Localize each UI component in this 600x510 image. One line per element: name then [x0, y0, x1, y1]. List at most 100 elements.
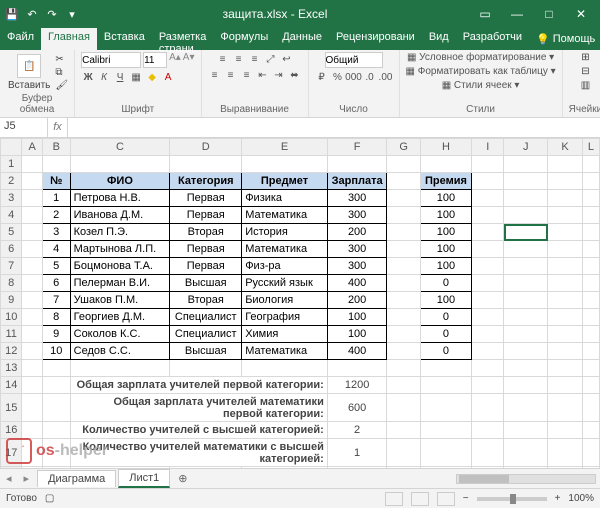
- cell-num[interactable]: 10: [42, 343, 70, 360]
- cell-bonus[interactable]: 100: [420, 190, 471, 207]
- horizontal-scrollbar[interactable]: [456, 474, 596, 484]
- summary-val[interactable]: 1: [327, 439, 387, 467]
- cell-fio[interactable]: Петрова Н.В.: [70, 190, 170, 207]
- help-button[interactable]: 💡 Помощь: [529, 28, 600, 50]
- cell-bonus[interactable]: 100: [420, 241, 471, 258]
- indent-inc-icon[interactable]: ⇥: [272, 68, 286, 82]
- cell-sal[interactable]: 300: [327, 258, 387, 275]
- fill-color-icon[interactable]: ◆: [145, 70, 159, 84]
- tab-formulas[interactable]: Формулы: [213, 28, 275, 50]
- cell-sal[interactable]: 200: [327, 292, 387, 309]
- cell-num[interactable]: 3: [42, 224, 70, 241]
- column-headers[interactable]: ABC DEF GHI JKL: [1, 139, 600, 156]
- cell-sal[interactable]: 200: [327, 224, 387, 241]
- cell-fio[interactable]: Соколов К.С.: [70, 326, 170, 343]
- comma-icon[interactable]: 000: [347, 70, 361, 84]
- number-format-select[interactable]: [325, 52, 383, 68]
- cell-num[interactable]: 9: [42, 326, 70, 343]
- cell-sal[interactable]: 400: [327, 275, 387, 292]
- cell-subj[interactable]: История: [242, 224, 328, 241]
- font-name-select[interactable]: [81, 52, 141, 68]
- cell-bonus[interactable]: 0: [420, 343, 471, 360]
- grow-font-icon[interactable]: A▴: [169, 52, 181, 68]
- cell-bonus[interactable]: 0: [420, 275, 471, 292]
- cell-num[interactable]: 2: [42, 207, 70, 224]
- currency-icon[interactable]: ₽: [315, 70, 329, 84]
- zoom-in-icon[interactable]: +: [555, 493, 561, 504]
- cell-cat[interactable]: Специалист: [170, 309, 242, 326]
- tab-file[interactable]: Файл: [0, 28, 41, 50]
- cell-fio[interactable]: Пелерман В.И.: [70, 275, 170, 292]
- format-cells-icon[interactable]: ▥: [581, 80, 590, 91]
- font-color-icon[interactable]: A: [161, 70, 175, 84]
- summary-val[interactable]: 2: [327, 422, 387, 439]
- italic-icon[interactable]: К: [97, 70, 111, 84]
- cell-subj[interactable]: География: [242, 309, 328, 326]
- close-icon[interactable]: ✕: [566, 7, 596, 21]
- cell-fio[interactable]: Козел П.Э.: [70, 224, 170, 241]
- align-right-icon[interactable]: ≡: [240, 68, 254, 82]
- cell-num[interactable]: 4: [42, 241, 70, 258]
- cell[interactable]: [504, 190, 548, 207]
- cell[interactable]: [504, 241, 548, 258]
- cut-icon[interactable]: ✂: [55, 54, 68, 65]
- cell-sal[interactable]: 100: [327, 326, 387, 343]
- zoom-slider[interactable]: [477, 497, 547, 501]
- cell-sal[interactable]: 100: [327, 309, 387, 326]
- cell-fio[interactable]: Ушаков П.М.: [70, 292, 170, 309]
- cell-cat[interactable]: Первая: [170, 258, 242, 275]
- delete-cells-icon[interactable]: ⊟: [581, 66, 589, 77]
- underline-icon[interactable]: Ч: [113, 70, 127, 84]
- cell-cat[interactable]: Специалист: [170, 326, 242, 343]
- maximize-icon[interactable]: □: [534, 7, 564, 21]
- undo-icon[interactable]: ↶: [24, 6, 40, 22]
- header-num[interactable]: №: [42, 173, 70, 190]
- cell-subj[interactable]: Математика: [242, 241, 328, 258]
- cell[interactable]: [504, 207, 548, 224]
- cell-bonus[interactable]: 100: [420, 207, 471, 224]
- tab-home[interactable]: Главная: [41, 28, 97, 50]
- tab-data[interactable]: Данные: [275, 28, 329, 50]
- view-break-icon[interactable]: [437, 492, 455, 506]
- orientation-icon[interactable]: ⤢: [264, 52, 278, 66]
- header-fio[interactable]: ФИО: [70, 173, 170, 190]
- cell-subj[interactable]: Биология: [242, 292, 328, 309]
- cell-cat[interactable]: Высшая: [170, 275, 242, 292]
- tab-view[interactable]: Вид: [422, 28, 456, 50]
- header-bonus[interactable]: Премия: [420, 173, 471, 190]
- insert-cells-icon[interactable]: ⊞: [581, 52, 589, 63]
- cell-cat[interactable]: Вторая: [170, 292, 242, 309]
- redo-icon[interactable]: ↷: [44, 6, 60, 22]
- view-normal-icon[interactable]: [385, 492, 403, 506]
- select-all[interactable]: [1, 139, 22, 156]
- cell[interactable]: [504, 275, 548, 292]
- cell-num[interactable]: 5: [42, 258, 70, 275]
- cell-cat[interactable]: Первая: [170, 190, 242, 207]
- cell-bonus[interactable]: 100: [420, 258, 471, 275]
- align-bottom-icon[interactable]: ≡: [248, 52, 262, 66]
- wrap-text-icon[interactable]: ↩: [280, 52, 294, 66]
- summary-val[interactable]: 1200: [327, 377, 387, 394]
- cell-cat[interactable]: Вторая: [170, 224, 242, 241]
- sheet-nav-prev[interactable]: ◂: [0, 472, 18, 485]
- cell-sal[interactable]: 300: [327, 190, 387, 207]
- tab-review[interactable]: Рецензировани: [329, 28, 422, 50]
- cell-bonus[interactable]: 100: [420, 224, 471, 241]
- cell-bonus[interactable]: 0: [420, 326, 471, 343]
- formula-bar[interactable]: [68, 118, 600, 137]
- cell-cat[interactable]: Высшая: [170, 343, 242, 360]
- merge-icon[interactable]: ⬌: [288, 68, 302, 82]
- font-size-select[interactable]: [143, 52, 167, 68]
- view-layout-icon[interactable]: [411, 492, 429, 506]
- cell-cat[interactable]: Первая: [170, 207, 242, 224]
- cell[interactable]: [504, 309, 548, 326]
- header-subj[interactable]: Предмет: [242, 173, 328, 190]
- sheet-tab-chart[interactable]: Диаграмма: [37, 470, 116, 487]
- ribbon-options-icon[interactable]: ▭: [470, 7, 500, 21]
- cell-subj[interactable]: Математика: [242, 207, 328, 224]
- shrink-font-icon[interactable]: A▾: [183, 52, 195, 68]
- cell-num[interactable]: 8: [42, 309, 70, 326]
- qat-more-icon[interactable]: ▾: [64, 6, 80, 22]
- align-middle-icon[interactable]: ≡: [232, 52, 246, 66]
- cell-num[interactable]: 7: [42, 292, 70, 309]
